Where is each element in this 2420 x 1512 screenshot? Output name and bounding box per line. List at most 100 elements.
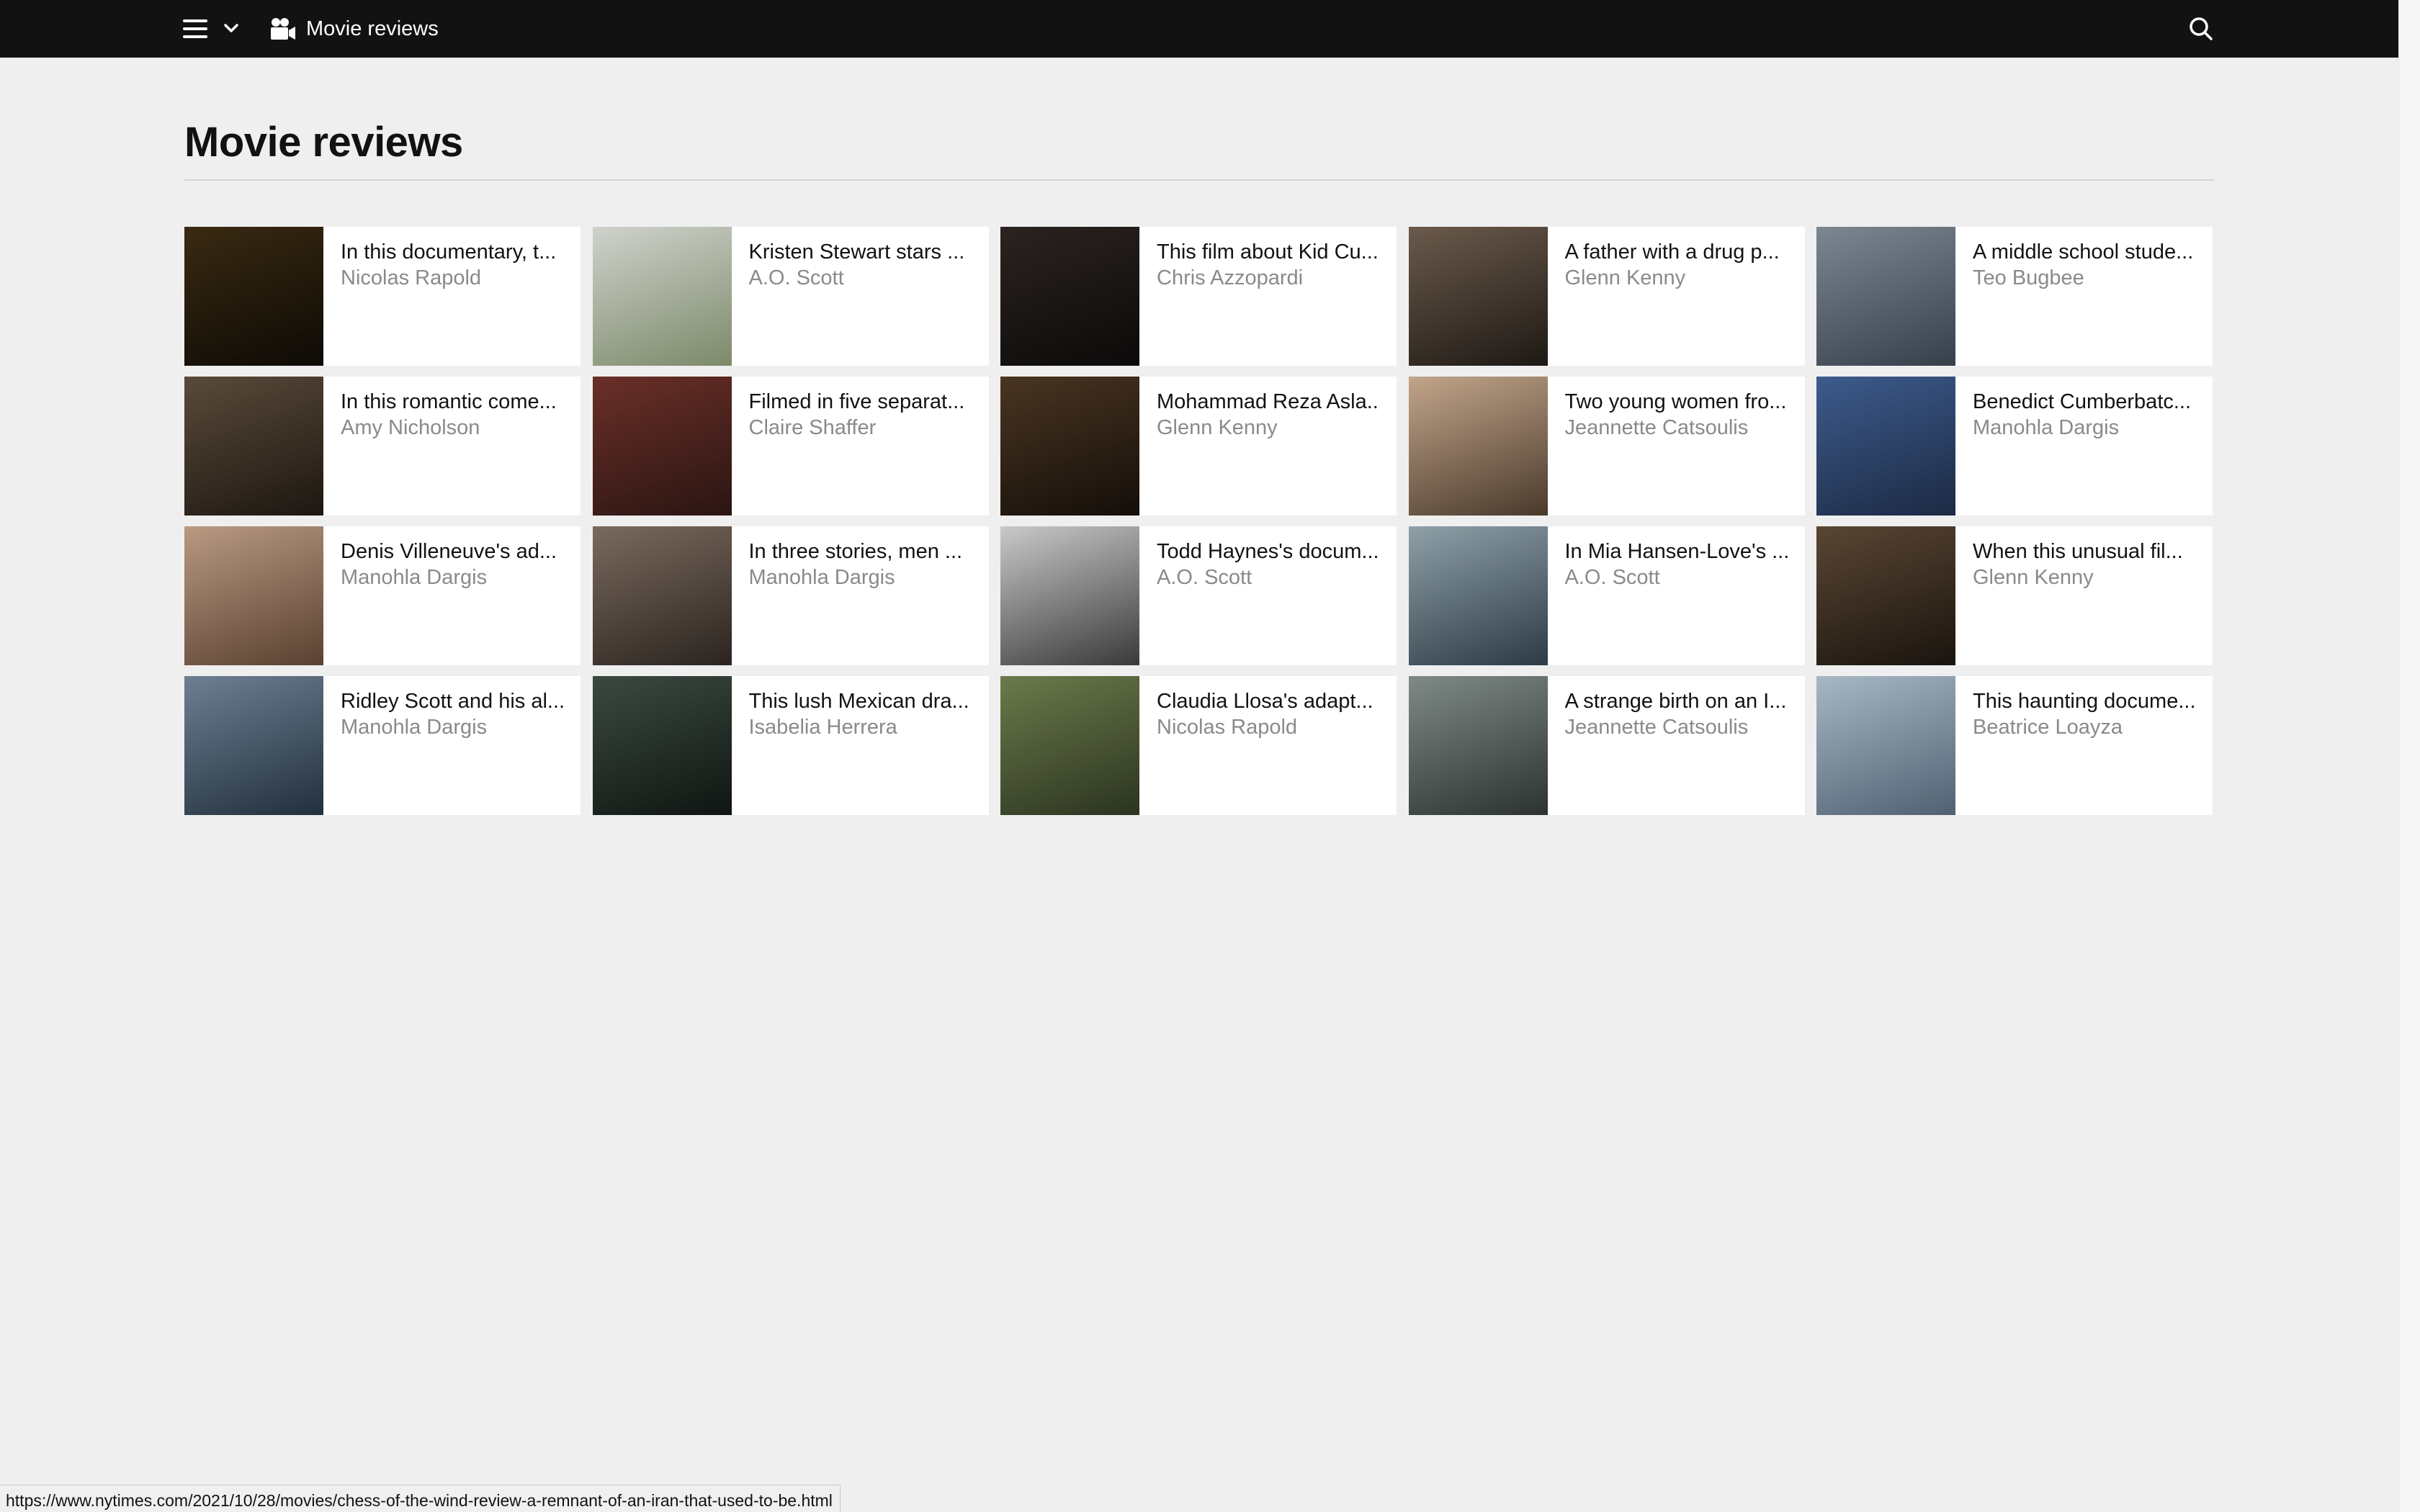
review-card[interactable]: This haunting docume... Beatrice Loayza <box>1816 676 2213 815</box>
review-thumbnail-image[interactable] <box>1408 227 1548 366</box>
review-card-text: This lush Mexican dra... Isabelia Herrera <box>732 676 989 815</box>
review-thumbnail-image[interactable] <box>184 676 323 815</box>
review-card[interactable]: A strange birth on an I... Jeannette Cats… <box>1408 676 1805 815</box>
review-card-text: Ridley Scott and his al... Manohla Dargis <box>323 676 581 815</box>
review-headline[interactable]: Claudia Llosa's adapt... <box>1157 688 1379 714</box>
review-thumbnail-image[interactable] <box>1000 676 1139 815</box>
review-card[interactable]: Two young women fro... Jeannette Catsouli… <box>1408 377 1805 516</box>
page-title: Movie reviews <box>184 119 463 166</box>
review-card-text: Denis Villeneuve's ad... Manohla Dargis <box>323 526 581 665</box>
review-card[interactable]: Benedict Cumberbatc... Manohla Dargis <box>1816 377 2213 516</box>
review-headline[interactable]: In this documentary, t... <box>341 239 563 265</box>
review-headline[interactable]: In three stories, men ... <box>749 539 972 564</box>
review-headline[interactable]: A strange birth on an I... <box>1565 688 1788 714</box>
review-author: Manohla Dargis <box>341 716 488 739</box>
review-thumbnail-image[interactable] <box>1816 377 1955 516</box>
vertical-scrollbar[interactable] <box>2398 0 2420 1512</box>
review-thumbnail-image[interactable] <box>184 377 323 516</box>
review-card-text: A middle school stude... Teo Bugbee <box>1955 227 2213 366</box>
review-author: Manohla Dargis <box>341 566 488 589</box>
review-card-text: A father with a drug p... Glenn Kenny <box>1548 227 1805 366</box>
review-card-text: In Mia Hansen-Love's ... A.O. Scott <box>1548 526 1805 665</box>
review-card-text: Mohammad Reza Asla... Glenn Kenny <box>1139 377 1397 516</box>
review-card[interactable]: Todd Haynes's docum... A.O. Scott <box>1000 526 1397 665</box>
review-headline[interactable]: This film about Kid Cu... <box>1157 239 1379 265</box>
review-thumbnail-image[interactable] <box>592 227 732 366</box>
review-card-text: Todd Haynes's docum... A.O. Scott <box>1139 526 1397 665</box>
review-card-text: In this romantic come... Amy Nicholson <box>323 377 581 516</box>
review-card-text: Claudia Llosa's adapt... Nicolas Rapold <box>1139 676 1397 815</box>
review-card[interactable]: Denis Villeneuve's ad... Manohla Dargis <box>184 526 581 665</box>
review-author: Teo Bugbee <box>1973 266 2084 289</box>
review-headline[interactable]: In Mia Hansen-Love's ... <box>1565 539 1788 564</box>
review-headline[interactable]: In this romantic come... <box>341 389 563 415</box>
review-headline[interactable]: Mohammad Reza Asla... <box>1157 389 1379 415</box>
review-card[interactable]: Mohammad Reza Asla... Glenn Kenny <box>1000 377 1397 516</box>
review-headline[interactable]: Two young women fro... <box>1565 389 1788 415</box>
review-card[interactable]: When this unusual fil... Glenn Kenny <box>1816 526 2213 665</box>
chevron-down-icon[interactable] <box>220 17 242 39</box>
review-card-text: Benedict Cumberbatc... Manohla Dargis <box>1955 377 2213 516</box>
top-navigation-bar: Movie reviews <box>0 0 2398 58</box>
review-thumbnail-image[interactable] <box>1816 676 1955 815</box>
review-thumbnail-image[interactable] <box>1408 377 1548 516</box>
review-grid: In this documentary, t... Nicolas Rapold K… <box>184 227 2215 815</box>
review-author: A.O. Scott <box>1157 566 1252 589</box>
review-author: Amy Nicholson <box>341 416 480 439</box>
review-thumbnail-image[interactable] <box>184 526 323 665</box>
review-card-text: This haunting docume... Beatrice Loayza <box>1955 676 2213 815</box>
review-card[interactable]: In three stories, men ... Manohla Dargis <box>592 526 989 665</box>
review-author: Jeannette Catsoulis <box>1564 716 1749 739</box>
review-card[interactable]: Claudia Llosa's adapt... Nicolas Rapold <box>1000 676 1397 815</box>
review-card[interactable]: Ridley Scott and his al... Manohla Dargis <box>184 676 581 815</box>
review-thumbnail-image[interactable] <box>592 377 732 516</box>
review-card[interactable]: In this romantic come... Amy Nicholson <box>184 377 581 516</box>
review-headline[interactable]: When this unusual fil... <box>1973 539 2195 564</box>
review-author: Nicolas Rapold <box>341 266 482 289</box>
review-headline[interactable]: This lush Mexican dra... <box>749 688 972 714</box>
review-headline[interactable]: Filmed in five separat... <box>749 389 972 415</box>
review-card[interactable]: A father with a drug p... Glenn Kenny <box>1408 227 1805 366</box>
review-author: Glenn Kenny <box>1157 416 1278 439</box>
review-thumbnail-image[interactable] <box>1408 526 1548 665</box>
status-bar-url: https://www.nytimes.com/2021/10/28/movie… <box>0 1485 841 1512</box>
hamburger-menu-icon[interactable] <box>183 16 209 42</box>
review-thumbnail-image[interactable] <box>1000 526 1139 665</box>
review-thumbnail-image[interactable] <box>592 676 732 815</box>
section-title[interactable]: Movie reviews <box>306 16 439 42</box>
review-headline[interactable]: Benedict Cumberbatc... <box>1973 389 2195 415</box>
review-card[interactable]: Kristen Stewart stars ... A.O. Scott <box>592 227 989 366</box>
search-icon[interactable] <box>2187 14 2215 43</box>
review-headline[interactable]: A middle school stude... <box>1973 239 2195 265</box>
review-headline[interactable]: Kristen Stewart stars ... <box>749 239 972 265</box>
review-card[interactable]: In this documentary, t... Nicolas Rapold <box>184 227 581 366</box>
review-card[interactable]: A middle school stude... Teo Bugbee <box>1816 227 2213 366</box>
review-card[interactable]: This film about Kid Cu... Chris Azzopardi <box>1000 227 1397 366</box>
review-thumbnail-image[interactable] <box>1408 676 1548 815</box>
review-thumbnail-image[interactable] <box>1816 526 1955 665</box>
review-headline[interactable]: Denis Villeneuve's ad... <box>341 539 563 564</box>
review-thumbnail-image[interactable] <box>592 526 732 665</box>
review-thumbnail-image[interactable] <box>1000 377 1139 516</box>
review-card[interactable]: Filmed in five separat... Claire Shaffer <box>592 377 989 516</box>
review-author: Beatrice Loayza <box>1973 716 2123 739</box>
review-author: Isabelia Herrera <box>748 716 897 739</box>
review-thumbnail-image[interactable] <box>184 227 323 366</box>
review-author: Glenn Kenny <box>1564 266 1686 289</box>
movie-camera-icon <box>271 18 295 40</box>
review-author: Claire Shaffer <box>748 416 877 439</box>
review-headline[interactable]: A father with a drug p... <box>1565 239 1788 265</box>
review-headline[interactable]: This haunting docume... <box>1973 688 2195 714</box>
review-author: A.O. Scott <box>1564 566 1660 589</box>
review-author: Jeannette Catsoulis <box>1564 416 1749 439</box>
review-card-text: This film about Kid Cu... Chris Azzopardi <box>1139 227 1397 366</box>
review-card[interactable]: This lush Mexican dra... Isabelia Herrera <box>592 676 989 815</box>
review-headline[interactable]: Ridley Scott and his al... <box>341 688 563 714</box>
review-author: Glenn Kenny <box>1973 566 2094 589</box>
review-thumbnail-image[interactable] <box>1816 227 1955 366</box>
review-thumbnail-image[interactable] <box>1000 227 1139 366</box>
review-headline[interactable]: Todd Haynes's docum... <box>1157 539 1379 564</box>
review-card[interactable]: In Mia Hansen-Love's ... A.O. Scott <box>1408 526 1805 665</box>
review-card-text: Two young women fro... Jeannette Catsouli… <box>1548 377 1805 516</box>
review-card-text: Kristen Stewart stars ... A.O. Scott <box>732 227 989 366</box>
